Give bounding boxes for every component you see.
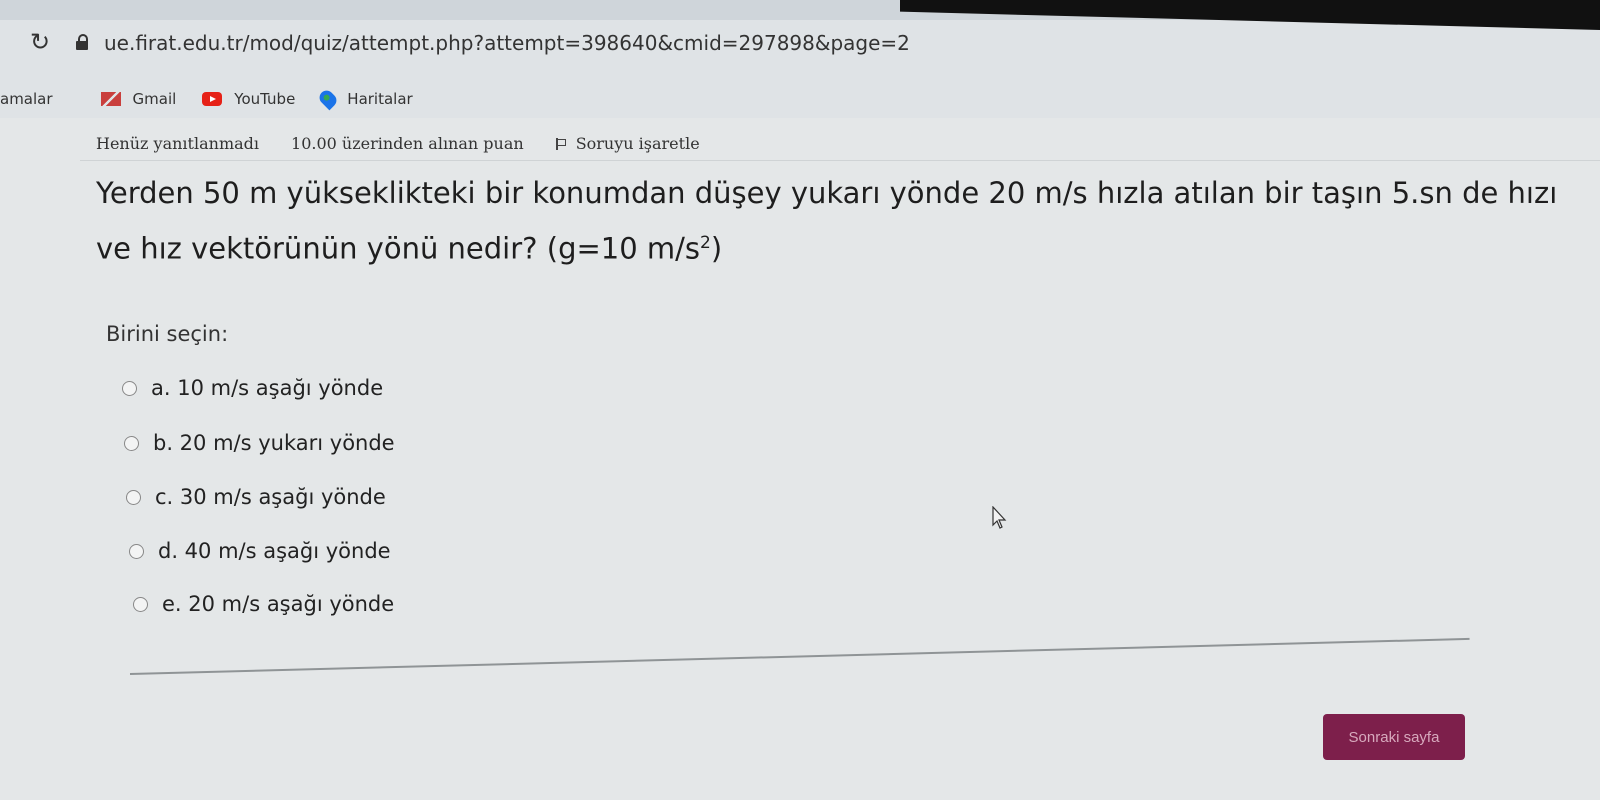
reload-icon[interactable]: ↻ (30, 30, 54, 54)
question-text-superscript: 2 (700, 233, 711, 253)
bookmark-gmail[interactable]: Gmail (100, 90, 177, 108)
question-grade: 10.00 üzerinden alınan puan (291, 134, 524, 153)
youtube-icon (202, 92, 223, 106)
question-text-main: Yerden 50 m yükseklikteki bir konumdan d… (96, 176, 1558, 266)
answer-option-b[interactable]: b. 20 m/s yukarı yönde (124, 431, 395, 455)
answer-label: d. 40 m/s aşağı yönde (158, 539, 391, 563)
bookmark-label: YouTube (234, 90, 296, 108)
bookmarks-bar: amalar Gmail YouTube Haritalar (0, 86, 1600, 112)
answer-option-a[interactable]: a. 10 m/s aşağı yönde (122, 376, 383, 400)
lock-icon[interactable] (76, 34, 88, 50)
answer-label: b. 20 m/s yukarı yönde (153, 431, 395, 455)
answer-option-c[interactable]: c. 30 m/s aşağı yönde (126, 485, 386, 509)
answer-label: a. 10 m/s aşağı yönde (151, 376, 384, 400)
question-info: Henüz yanıtlanmadı 10.00 üzerinden alına… (96, 134, 764, 153)
question-status: Henüz yanıtlanmadı (96, 134, 260, 153)
next-page-button[interactable]: Sonraki sayfa (1323, 714, 1465, 760)
radio-button[interactable] (126, 489, 141, 505)
flag-icon (555, 137, 566, 150)
answer-option-e[interactable]: e. 20 m/s aşağı yönde (133, 592, 394, 616)
gmail-icon (100, 92, 121, 106)
answer-prompt: Birini seçin: (106, 322, 229, 346)
bookmark-apps[interactable]: amalar (0, 90, 53, 108)
address-bar[interactable]: ue.firat.edu.tr/mod/quiz/attempt.php?att… (104, 31, 910, 55)
bookmark-youtube[interactable]: YouTube (202, 90, 295, 108)
flag-question-link[interactable]: Soruyu işaretle (555, 134, 732, 153)
section-divider (129, 637, 1470, 675)
question-text: Yerden 50 m yükseklikteki bir konumdan d… (96, 168, 1566, 274)
bookmark-maps[interactable]: Haritalar (316, 87, 413, 111)
question-text-end: ) (710, 231, 723, 266)
browser-toolbar: ↻ ue.firat.edu.tr/mod/quiz/attempt.php?a… (0, 0, 1600, 118)
radio-button[interactable] (124, 435, 139, 451)
answer-label: e. 20 m/s aşağı yönde (162, 592, 395, 616)
bookmark-label: Haritalar (347, 90, 413, 108)
info-divider (80, 160, 1600, 161)
bookmark-label: Gmail (132, 90, 177, 108)
bookmark-label: amalar (0, 90, 53, 108)
radio-button[interactable] (122, 380, 137, 396)
flag-question-label: Soruyu işaretle (575, 134, 700, 153)
answer-label: c. 30 m/s aşağı yönde (155, 485, 386, 509)
radio-button[interactable] (129, 543, 144, 559)
maps-icon (316, 87, 340, 111)
answer-option-d[interactable]: d. 40 m/s aşağı yönde (129, 539, 391, 563)
radio-button[interactable] (133, 596, 148, 612)
